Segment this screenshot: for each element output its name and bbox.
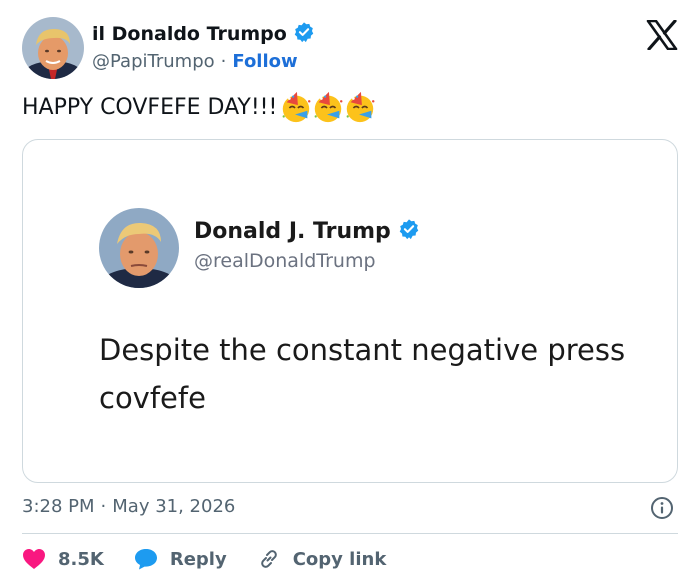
- author-info: il Donaldo Trumpo @PapiTrumpo · Follow: [92, 20, 315, 74]
- quoted-name-row: Donald J. Trump: [194, 218, 420, 244]
- like-button[interactable]: 8.5K: [22, 548, 104, 570]
- tweet-text-content: HAPPY COVFEFE DAY!!!: [22, 94, 278, 120]
- follow-link[interactable]: Follow: [232, 51, 297, 72]
- quoted-body-line-1: Despite the constant negative press: [99, 333, 626, 367]
- quoted-author-avatar: [99, 208, 179, 288]
- quoted-body-line-2: covfefe: [99, 381, 206, 415]
- timestamp-separator: ·: [100, 496, 107, 517]
- action-bar: 8.5K Reply Copy link: [22, 543, 416, 575]
- quoted-display-name: Donald J. Trump: [194, 218, 391, 244]
- heart-icon: [23, 549, 45, 569]
- quoted-handle: @realDonaldTrump: [194, 250, 376, 272]
- verified-badge-icon: [398, 218, 420, 244]
- like-count: 8.5K: [58, 548, 104, 570]
- author-display-name[interactable]: il Donaldo Trumpo: [92, 23, 287, 45]
- party-face-icon: [346, 91, 375, 123]
- reply-label: Reply: [169, 548, 227, 570]
- divider: [22, 533, 678, 534]
- author-avatar[interactable]: [22, 17, 84, 79]
- tweet-text: HAPPY COVFEFE DAY!!!: [22, 90, 375, 124]
- verified-badge-icon: [293, 21, 315, 47]
- link-icon: [260, 550, 277, 568]
- x-logo-icon[interactable]: [646, 19, 678, 51]
- info-icon[interactable]: [650, 496, 674, 520]
- reply-button[interactable]: Reply: [134, 548, 227, 570]
- copy-link-button[interactable]: Copy link: [257, 547, 387, 571]
- copy-link-label: Copy link: [292, 548, 387, 570]
- author-name-row: il Donaldo Trumpo: [92, 20, 315, 48]
- tweet-time: 3:28 PM: [22, 496, 95, 517]
- party-face-icon: [314, 91, 343, 123]
- party-face-icon: [282, 91, 311, 123]
- tweet-embed-card: il Donaldo Trumpo @PapiTrumpo · Follow H…: [0, 0, 700, 586]
- author-handle-row: @PapiTrumpo · Follow: [92, 48, 315, 74]
- tweet-date: May 31, 2026: [112, 496, 236, 517]
- timestamp-link[interactable]: 3:28 PM · May 31, 2026: [22, 496, 235, 517]
- author-handle[interactable]: @PapiTrumpo: [92, 51, 215, 72]
- party-emoji-group: [279, 90, 375, 124]
- speech-bubble-icon: [134, 549, 157, 570]
- handle-separator: ·: [220, 50, 227, 72]
- quoted-body: Despite the constant negative press covf…: [99, 326, 659, 422]
- attached-image[interactable]: Donald J. Trump @realDonaldTrump Despite…: [22, 139, 678, 483]
